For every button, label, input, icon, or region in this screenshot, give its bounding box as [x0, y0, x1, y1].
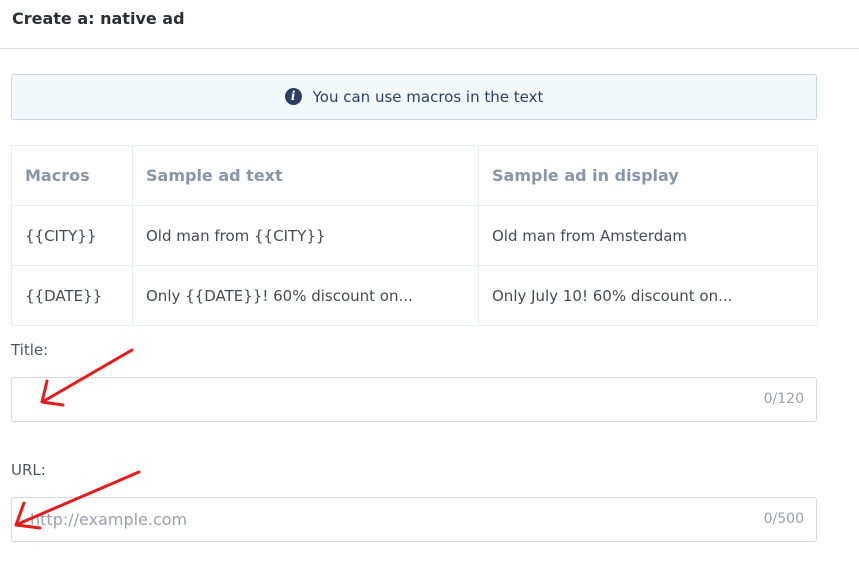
annotation-arrows [14, 348, 141, 530]
arrow-to-title-icon [40, 348, 134, 407]
arrow-to-url-icon [14, 470, 141, 530]
